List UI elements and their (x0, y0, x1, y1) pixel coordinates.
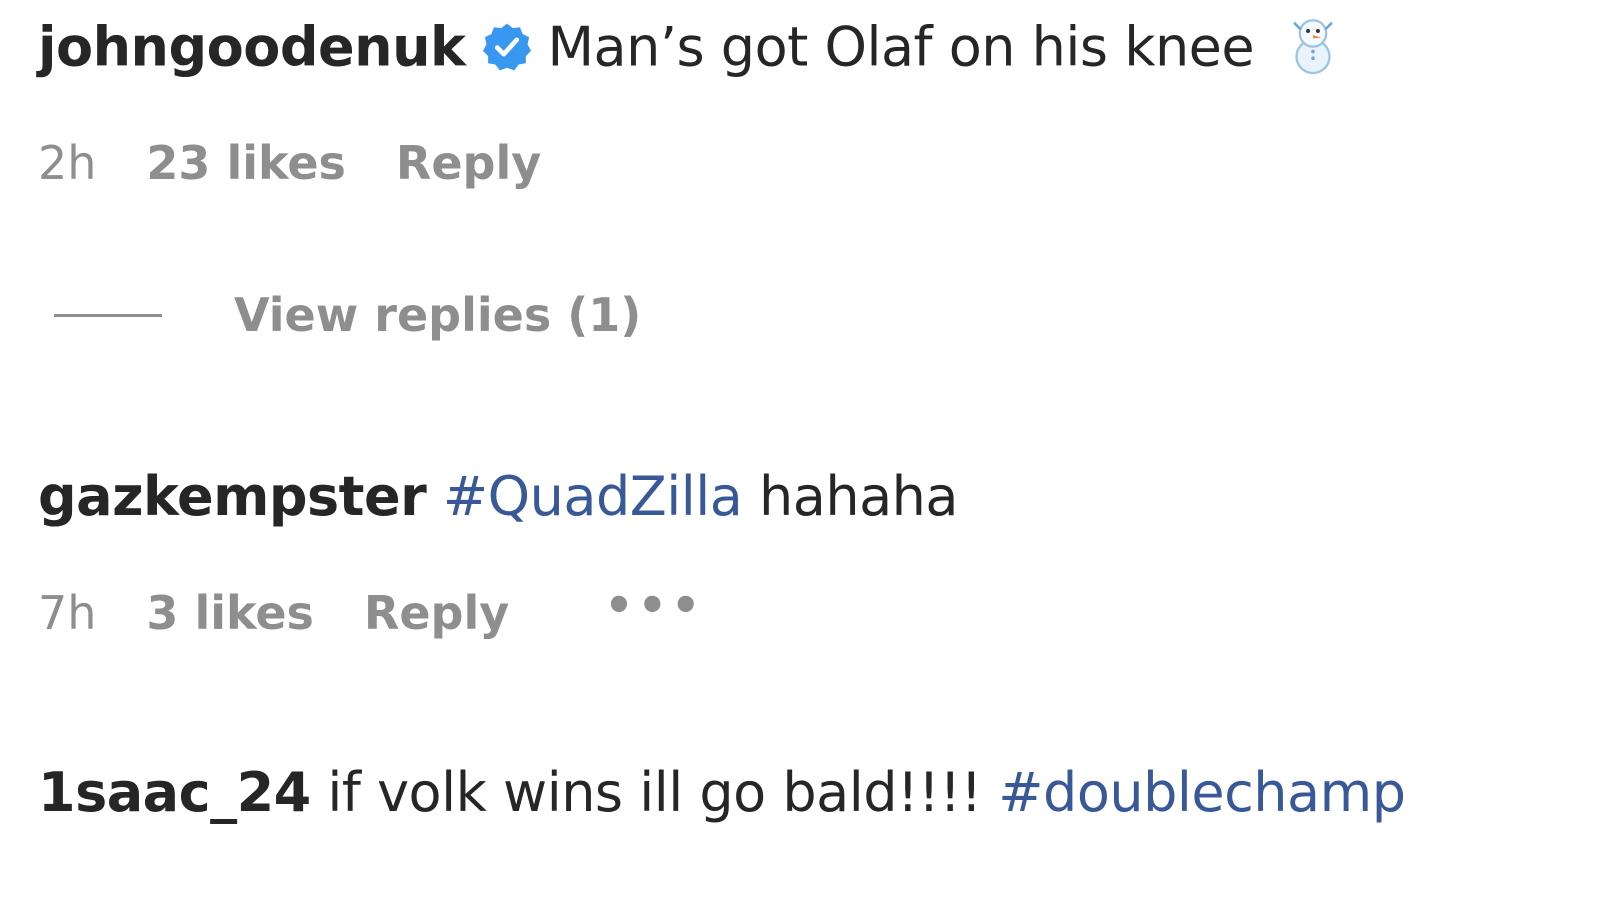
replies-divider (54, 313, 162, 317)
comment-3-hashtag[interactable]: #doublechamp (998, 761, 1406, 824)
comment-2-hashtag[interactable]: #QuadZilla (443, 465, 743, 528)
comment-2-text: hahaha (759, 465, 958, 528)
snowman-emoji-icon (1280, 12, 1346, 78)
view-replies-button[interactable]: View replies (1) (54, 288, 641, 342)
comment-2-meta: 7h 3 likes Reply ••• (38, 582, 704, 636)
comment-1-username[interactable]: johngoodenuk (38, 16, 466, 79)
view-replies-label: View replies (1) (234, 288, 642, 342)
comment-3-text: if volk wins ill go bald!!!! (327, 761, 982, 824)
comment-1: johngoodenuk Man’s got Olaf on his knee (38, 18, 1346, 84)
comment-1-reply-button[interactable]: Reply (396, 140, 541, 186)
comment-1-likes[interactable]: 23 likes (146, 140, 346, 186)
more-options-icon[interactable]: ••• (604, 582, 704, 628)
comment-3: 1saac_24 if volk wins ill go bald!!!! #d… (38, 766, 1406, 820)
comment-2-time[interactable]: 7h (38, 590, 96, 636)
verified-badge-icon (481, 21, 533, 73)
comment-1-text: Man’s got Olaf on his knee (547, 15, 1255, 79)
comment-1-meta: 2h 23 likes Reply (38, 136, 541, 186)
comment-2-username[interactable]: gazkempster (38, 465, 427, 528)
comment-2: gazkempster #QuadZilla hahaha (38, 470, 958, 524)
comment-2-likes[interactable]: 3 likes (146, 590, 314, 636)
comment-2-reply-button[interactable]: Reply (364, 590, 509, 636)
comment-3-username[interactable]: 1saac_24 (38, 761, 311, 824)
comment-1-time[interactable]: 2h (38, 140, 96, 186)
